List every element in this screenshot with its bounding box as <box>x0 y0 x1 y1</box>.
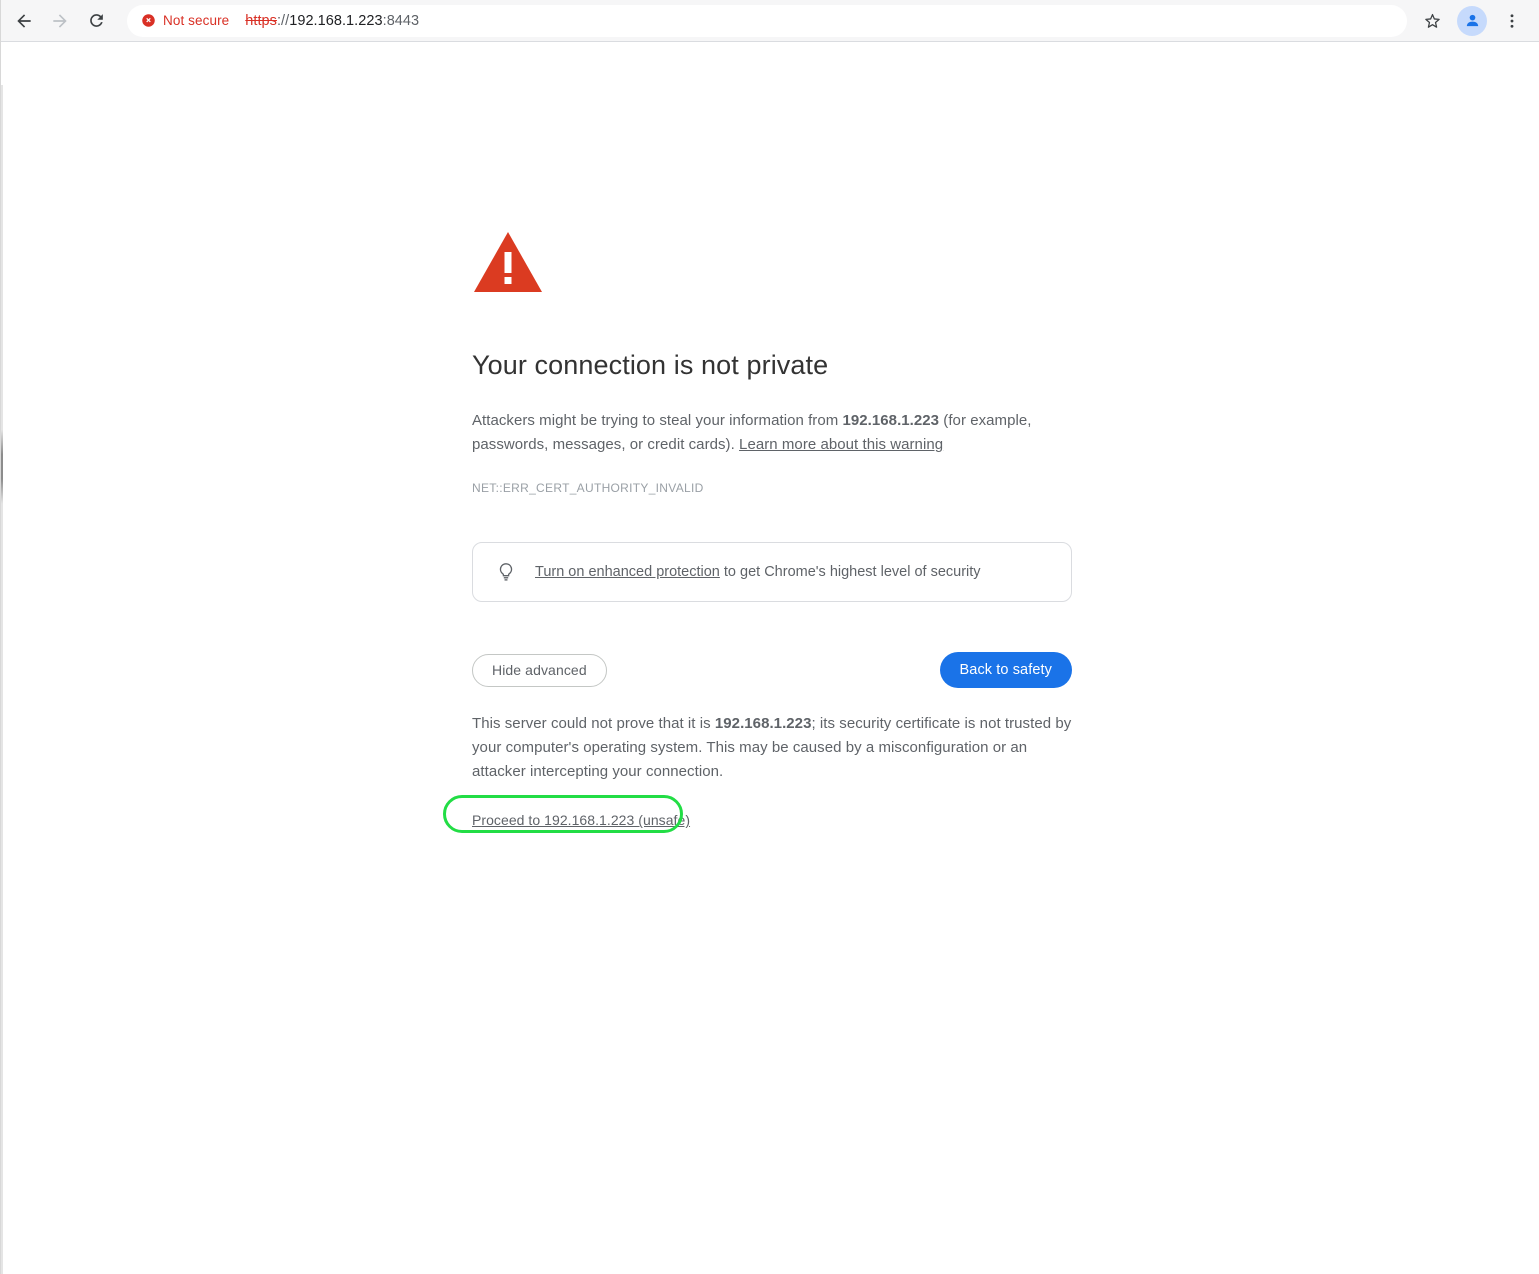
learn-more-link[interactable]: Learn more about this warning <box>739 436 943 453</box>
hide-advanced-button[interactable]: Hide advanced <box>472 653 607 687</box>
reload-button[interactable] <box>79 4 113 38</box>
description-part1: Attackers might be trying to steal your … <box>472 412 843 430</box>
star-icon <box>1424 13 1440 28</box>
ssl-interstitial: Your connection is not private Attackers… <box>443 228 1072 834</box>
warning-description: Attackers might be trying to steal your … <box>472 409 1047 457</box>
turn-on-enhanced-protection-link[interactable]: Turn on enhanced protection <box>535 564 720 580</box>
person-icon <box>1466 14 1478 27</box>
enhanced-protection-rest: to get Chrome's highest level of securit… <box>719 564 981 581</box>
back-to-safety-button[interactable]: Back to safety <box>939 652 1072 689</box>
not-secure-circle-x-icon <box>142 14 155 27</box>
advanced-part1: This server could not prove that it is <box>472 715 715 733</box>
url-display[interactable]: https://192.168.1.223:8443 <box>245 13 419 29</box>
security-status-chip[interactable]: Not secure <box>141 13 229 28</box>
security-status-label: Not secure <box>163 13 230 28</box>
profile-button[interactable] <box>1457 5 1487 36</box>
action-buttons: Hide advanced Back to safety <box>472 650 1072 690</box>
browser-window: Not secure https://192.168.1.223:8443 Yo… <box>0 0 1539 1274</box>
page-content: Your connection is not private Attackers… <box>1 42 1539 1274</box>
forward-button[interactable] <box>43 4 77 38</box>
reload-icon <box>89 14 103 27</box>
arrow-left-icon <box>17 13 31 28</box>
red-warning-triangle-icon <box>474 232 542 292</box>
browser-toolbar: Not secure https://192.168.1.223:8443 <box>1 0 1539 42</box>
lightbulb-icon <box>499 563 513 582</box>
advanced-details-text: This server could not prove that it is 1… <box>472 712 1072 784</box>
url-port: :8443 <box>382 12 420 29</box>
toolbar-actions <box>1415 4 1529 38</box>
url-host: 192.168.1.223 <box>289 12 383 29</box>
description-host: 192.168.1.223 <box>842 412 940 430</box>
advanced-host: 192.168.1.223 <box>714 715 812 733</box>
back-button[interactable] <box>7 4 41 38</box>
chrome-menu-button[interactable] <box>1495 4 1529 38</box>
proceed-unsafe-link[interactable]: Proceed to 192.168.1.223 (unsafe) <box>472 812 690 828</box>
url-scheme: https <box>245 12 277 29</box>
proceed-link-container: Proceed to 192.168.1.223 (unsafe) <box>443 795 690 834</box>
arrow-right-icon <box>53 13 67 28</box>
error-code: NET::ERR_CERT_AUTHORITY_INVALID <box>472 481 704 496</box>
enhanced-protection-text: Turn on enhanced protection to get Chrom… <box>535 562 981 582</box>
bookmark-button[interactable] <box>1415 4 1449 38</box>
address-bar[interactable]: Not secure https://192.168.1.223:8443 <box>127 4 1407 37</box>
enhanced-protection-callout: Turn on enhanced protection to get Chrom… <box>472 542 1072 603</box>
url-separator: :// <box>276 12 290 29</box>
page-title: Your connection is not private <box>472 350 829 380</box>
three-dot-menu-icon <box>1510 13 1514 28</box>
window-edge-artifact <box>1 85 3 1274</box>
